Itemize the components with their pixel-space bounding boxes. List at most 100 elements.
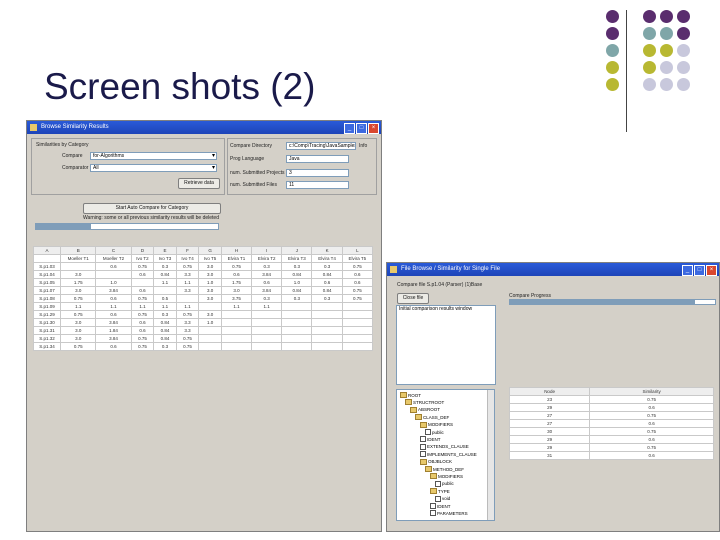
decor-dot xyxy=(677,27,690,40)
table-row[interactable]: S.p1.34 0.75 0.6 0.75 0.3 0.75 xyxy=(32,342,374,351)
table-row[interactable]: S.p1.29 0.75 0.6 0.75 0.3 0.75 3.0 xyxy=(32,310,374,319)
table-cell xyxy=(281,334,313,343)
table-cell: 0.6 xyxy=(95,262,132,271)
decor-dots xyxy=(606,10,716,120)
folder-icon xyxy=(420,458,427,465)
minimize-button[interactable]: _ xyxy=(344,123,355,134)
ast-tree[interactable]: ROOT STRUCTROOT ABSROOT CLASS_DEF MODIFIERS p… xyxy=(396,389,495,521)
table-row[interactable]: S.p1.30 3.0 3.84 0.6 0.84 3.3 1.0 xyxy=(32,318,374,327)
maximize-button[interactable]: □ xyxy=(356,123,367,134)
tree-node[interactable]: ROOT xyxy=(400,392,421,398)
prog-language-field[interactable]: Java xyxy=(286,155,349,163)
table-cell: 0.75 xyxy=(60,294,97,303)
table-cell: 1.0 xyxy=(198,278,222,287)
tree-scrollbar[interactable] xyxy=(487,390,494,520)
table-cell: 0.6 xyxy=(589,403,714,412)
table-row[interactable]: 29 0.6 xyxy=(508,435,714,444)
table-cell: 0.6 xyxy=(130,326,155,335)
file-icon xyxy=(430,503,436,509)
tree-node[interactable]: PARAMETERS xyxy=(430,510,468,517)
table-cell: 29 xyxy=(508,403,591,412)
table-cell: 0.75 xyxy=(130,262,155,271)
table-cell: 0.6 xyxy=(311,278,343,287)
tree-node[interactable]: IDENT xyxy=(430,503,451,509)
table-cell: 3.3 xyxy=(175,270,200,279)
table-row[interactable]: S.p1.04 3.0 0.6 0.84 3.3 3.0 0.6 3.84 0.84 0.84 0.… xyxy=(32,270,374,279)
table-cell: 3.0 xyxy=(60,318,97,327)
table-row[interactable]: S.p1.05 1.75 1.0 1.1 1.1 1.0 1.75 0.6 1.0 0.6 0.6 xyxy=(32,278,374,287)
table-cell: 0.6 xyxy=(341,270,374,279)
table-cell xyxy=(341,342,374,351)
table-row[interactable]: 31 0.6 xyxy=(508,451,714,460)
table-row[interactable]: S.p1.31 3.0 1.84 0.6 0.84 3.3 xyxy=(32,326,374,335)
tree-node[interactable]: MODIFIERS xyxy=(420,421,454,428)
tree-node[interactable]: public xyxy=(435,480,454,487)
column-subheader: Elvira T4 xyxy=(311,254,343,263)
table-cell: 1.1 xyxy=(60,302,97,311)
tree-node[interactable]: CLASS_DEF xyxy=(415,414,449,421)
table-cell xyxy=(311,334,343,343)
table-cell: 0.6 xyxy=(589,419,714,428)
table-cell: 0.75 xyxy=(220,262,253,271)
tree-node[interactable]: STRUCTROOT xyxy=(405,399,444,406)
table-row[interactable]: S.p1.07 3.0 3.84 0.6 3.3 3.0 3.0 3.84 0.84 0.84 0.… xyxy=(32,286,374,295)
table-cell xyxy=(220,310,253,319)
table-row[interactable]: 23 0.75 xyxy=(508,395,714,404)
maximize-button[interactable]: □ xyxy=(694,265,705,276)
decor-dot xyxy=(606,78,619,91)
close-button[interactable]: × xyxy=(368,123,379,134)
progress-fill xyxy=(510,300,695,304)
tree-node[interactable]: IMPLEMENTS_CLAUSE xyxy=(420,451,477,458)
info-button[interactable]: Info xyxy=(359,143,367,149)
close-file-button[interactable]: Close file xyxy=(397,293,429,304)
table-cell: 0.75 xyxy=(175,262,200,271)
retrieve-data-button[interactable]: Retrieve data xyxy=(178,178,220,189)
table-cell xyxy=(311,326,343,335)
tree-node[interactable]: OBJBLOCK xyxy=(420,458,452,465)
column-subheader: Moeller T2 xyxy=(95,254,132,263)
folder-icon xyxy=(420,421,427,428)
table-cell: 1.1 xyxy=(175,302,200,311)
table-row[interactable]: S.p1.09 1.1 1.1 1.1 1.1 1.1 1.1 1.1 xyxy=(32,302,374,311)
start-auto-compare-button[interactable]: Start Auto Compare for Category xyxy=(83,203,221,214)
table-row[interactable]: 29 0.75 xyxy=(508,443,714,452)
results-text-area[interactable]: Initial comparison results window xyxy=(396,305,496,385)
column-header: B xyxy=(60,246,97,255)
tree-node[interactable]: void xyxy=(435,495,450,502)
table-row[interactable]: 29 0.6 xyxy=(508,403,714,412)
tree-node[interactable]: ABSROOT xyxy=(410,406,440,413)
table-cell xyxy=(341,334,374,343)
tree-node[interactable]: EXTENDS_CLAUSE xyxy=(420,443,469,450)
tree-node[interactable]: public xyxy=(425,429,444,435)
warning-text: Warning: some or all previous similarity… xyxy=(83,215,219,221)
table-row[interactable]: S.p1.08 0.75 0.6 0.75 0.5 3.0 3.75 0.3 0.3 0.3 0.7… xyxy=(32,294,374,303)
column-subheader xyxy=(32,254,62,263)
compare-info-panel: Compare Directory c:\Comp\Tracing\JavaSa… xyxy=(227,138,377,195)
folder-icon xyxy=(415,414,422,421)
close-button[interactable]: × xyxy=(706,265,717,276)
decor-dot xyxy=(677,78,690,91)
tree-node[interactable]: MODIFIERS xyxy=(430,473,463,480)
minimize-button[interactable]: _ xyxy=(682,265,693,276)
table-cell xyxy=(311,310,343,319)
comparator-select[interactable]: All xyxy=(90,164,217,172)
table-cell: 3.0 xyxy=(60,334,97,343)
compare-select[interactable]: for-Algorithms xyxy=(90,152,217,160)
tree-node-label: MODIFIERS xyxy=(428,422,454,428)
tree-node[interactable]: TYPE xyxy=(430,488,450,495)
table-cell xyxy=(198,302,222,311)
table-row[interactable]: S.p1.03 0.6 0.75 0.3 0.75 3.0 0.75 0.3 0.3 0.3 0.7… xyxy=(32,262,374,271)
table-row[interactable]: 27 0.75 xyxy=(508,411,714,420)
table-cell xyxy=(251,334,283,343)
table-row[interactable]: 27 0.6 xyxy=(508,419,714,428)
tree-node[interactable]: IDENT xyxy=(420,436,441,443)
table-cell: 1.84 xyxy=(95,326,132,335)
table-cell xyxy=(198,326,222,335)
tree-node[interactable]: METHOD_DEF xyxy=(425,466,464,472)
tree-node-label: public xyxy=(442,481,454,487)
table-cell xyxy=(198,334,222,343)
table-row[interactable]: 30 0.75 xyxy=(508,427,714,436)
compare-dir-field[interactable]: c:\Comp\Tracing\JavaSamples xyxy=(286,142,356,150)
table-row[interactable]: S.p1.32 3.0 3.84 0.75 0.84 0.75 xyxy=(32,334,374,343)
table-cell: 3.3 xyxy=(175,286,200,295)
